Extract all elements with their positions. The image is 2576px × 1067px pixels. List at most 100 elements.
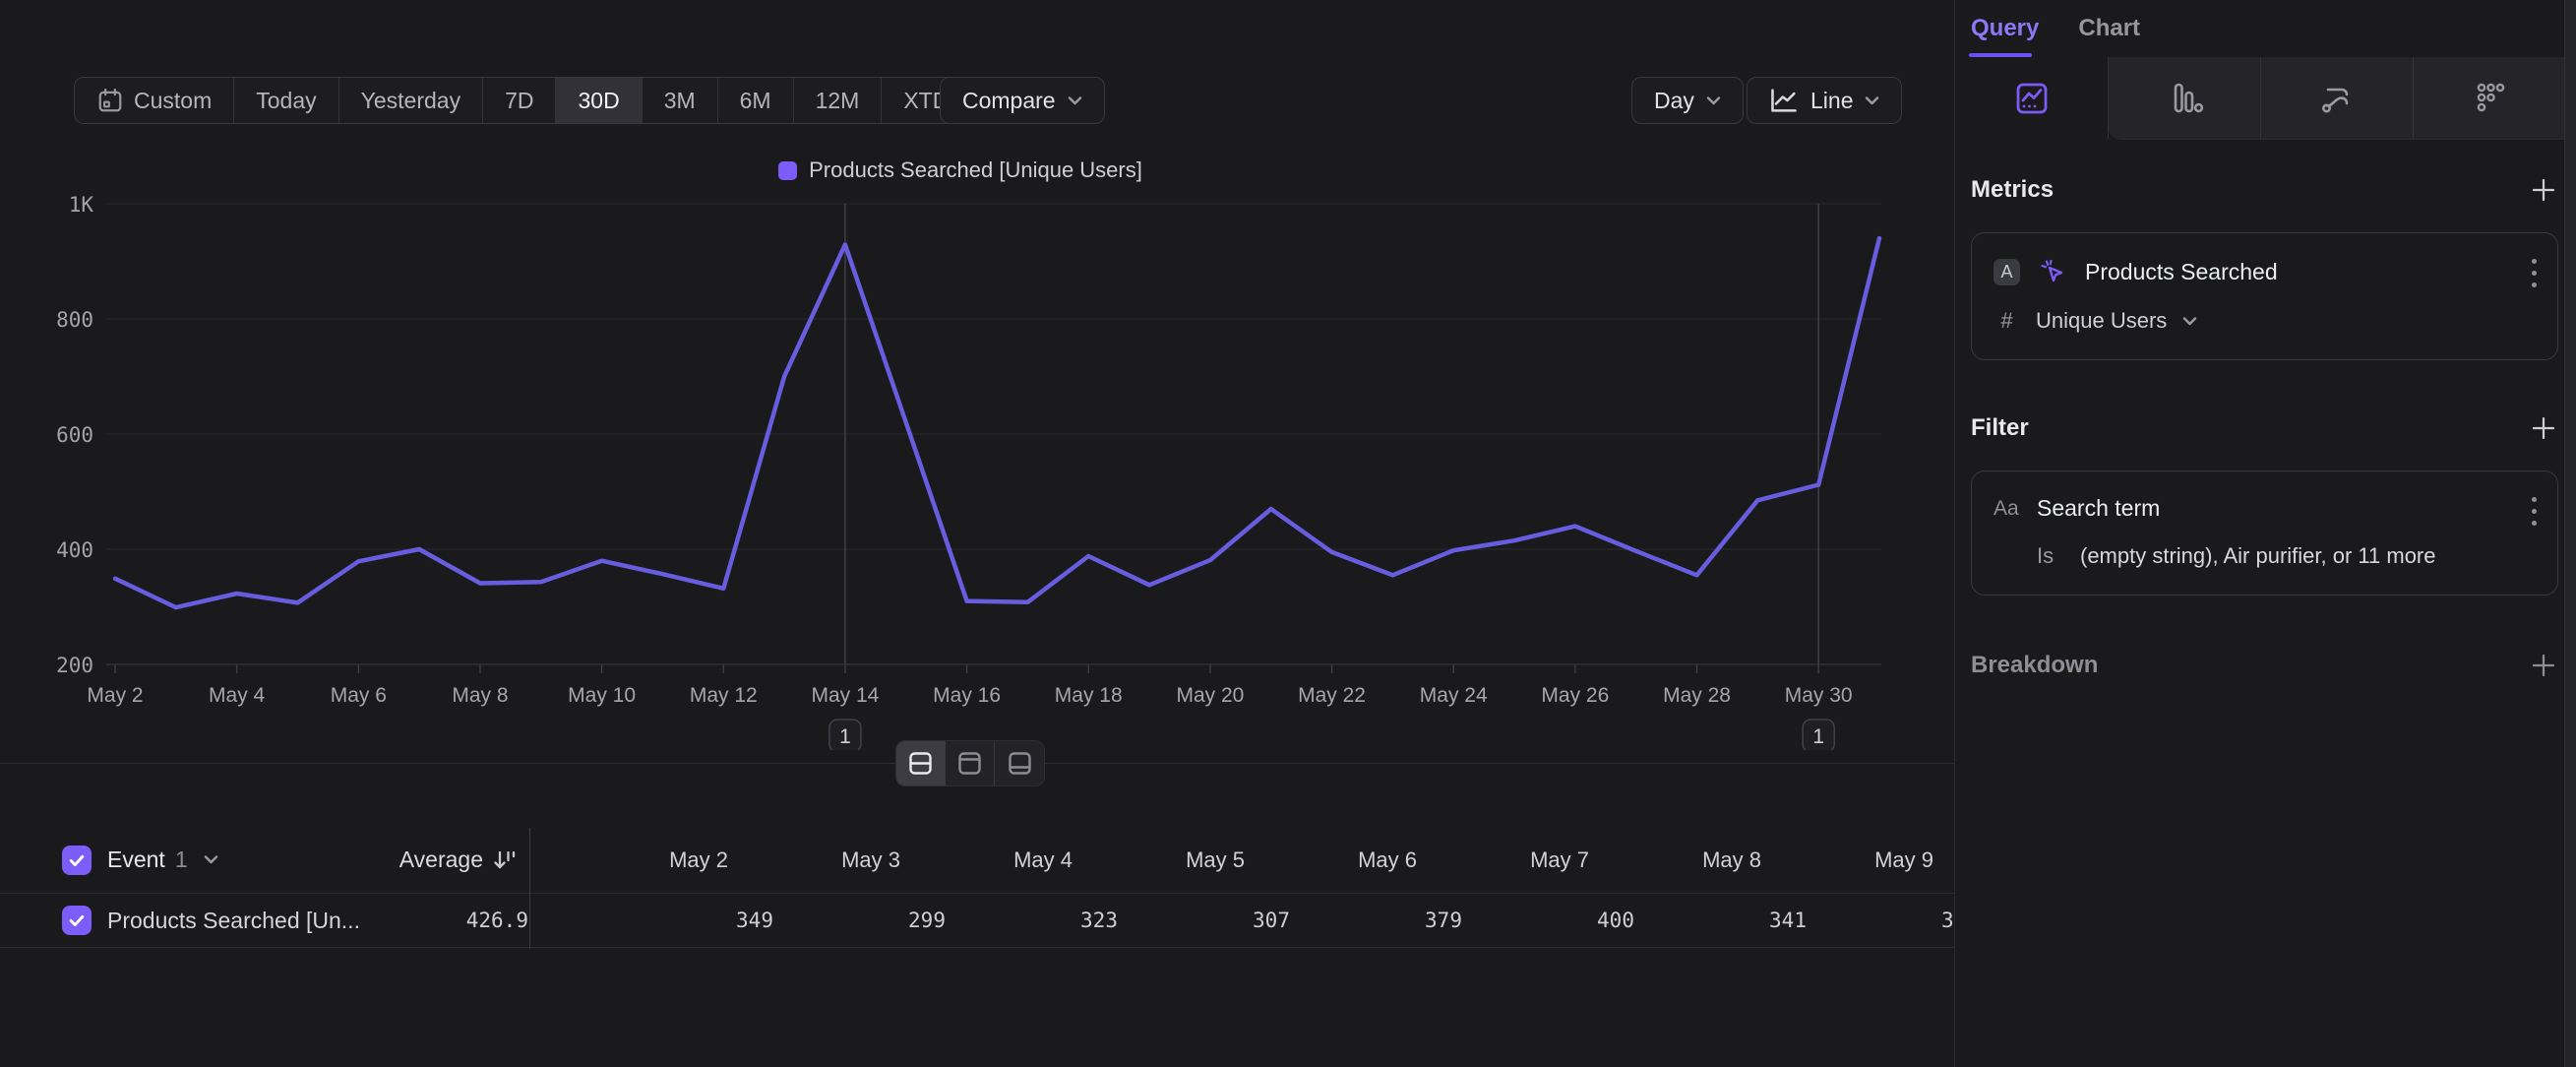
inactive-report-tabs xyxy=(2108,57,2565,140)
cell-value: 343 xyxy=(1807,909,1979,932)
date-column-header[interactable]: May 8 xyxy=(1589,847,1761,873)
row-label: Products Searched [Un... xyxy=(107,908,360,934)
series-line[interactable] xyxy=(115,238,1879,607)
report-tab-retention[interactable] xyxy=(2413,57,2565,139)
filter-property-name: Search term xyxy=(2037,495,2160,522)
breakdown-heading: Breakdown xyxy=(1971,652,2098,679)
layout-split-view-button[interactable] xyxy=(896,741,946,785)
table-header-row: Event 1 Average May 2May 3May 4May 5May … xyxy=(0,827,1954,894)
report-tab-funnels[interactable] xyxy=(2108,57,2260,139)
filter-value[interactable]: (empty string), Air purifier, or 11 more xyxy=(2080,543,2436,569)
metric-menu-button[interactable] xyxy=(2530,259,2538,287)
date-column-header[interactable]: May 5 xyxy=(1073,847,1245,873)
flows-icon xyxy=(2314,76,2360,121)
x-axis-label: May 12 xyxy=(690,684,758,707)
date-range-7d[interactable]: 7D xyxy=(483,78,556,123)
date-range-3m[interactable]: 3M xyxy=(643,78,718,123)
line-chart[interactable]: 1K800600400200May 2May 4May 6May 8May 10… xyxy=(0,148,1954,750)
event-header-label: Event xyxy=(107,847,165,873)
query-builder: Metrics A Products Searched # xyxy=(1955,175,2576,680)
date-range-yesterday[interactable]: Yesterday xyxy=(339,78,483,123)
panel-tabs: Query Chart xyxy=(1955,0,2576,57)
x-axis-label: May 10 xyxy=(568,684,636,707)
layout-chart-view-button[interactable] xyxy=(946,741,995,785)
x-axis-label: May 4 xyxy=(209,684,266,707)
cell-value: 323 xyxy=(946,909,1118,932)
date-column-header[interactable]: May 2 xyxy=(556,847,728,873)
metric-name: Products Searched xyxy=(2085,259,2278,285)
date-column-header[interactable]: May 4 xyxy=(900,847,1073,873)
x-axis-label: May 18 xyxy=(1055,684,1123,707)
aggregation-selector[interactable]: Unique Users xyxy=(2036,308,2167,334)
compare-label: Compare xyxy=(962,88,1056,114)
line-chart-icon xyxy=(1769,87,1799,114)
filter-menu-button[interactable] xyxy=(2530,497,2538,526)
date-range-custom[interactable]: Custom xyxy=(75,78,234,123)
cell-value: 379 xyxy=(1290,909,1462,932)
cell-value: 299 xyxy=(773,909,946,932)
x-axis-label: May 28 xyxy=(1663,684,1731,707)
filter-heading: Filter xyxy=(1971,414,2029,442)
report-tab-flows[interactable] xyxy=(2260,57,2413,139)
date-range-control: CustomTodayYesterday7D30D3M6M12MXTD xyxy=(74,77,996,124)
retention-icon xyxy=(2467,76,2512,121)
chart-type-label: Line xyxy=(1810,88,1853,114)
tab-query[interactable]: Query xyxy=(1971,15,2039,42)
date-column-header[interactable]: May 6 xyxy=(1245,847,1417,873)
cell-value: 400 xyxy=(1462,909,1634,932)
scrollbar-gutter[interactable] xyxy=(2564,0,2576,1067)
table-view-icon xyxy=(1007,750,1033,777)
toolbar: CustomTodayYesterday7D30D3M6M12MXTD Comp… xyxy=(0,0,1954,148)
filter-operator[interactable]: Is xyxy=(2037,543,2070,569)
date-column-header[interactable]: May 3 xyxy=(728,847,900,873)
calendar-icon xyxy=(96,87,124,114)
annotation-count: 1 xyxy=(839,725,851,748)
y-axis-label: 400 xyxy=(56,538,93,562)
y-axis-label: 200 xyxy=(56,654,93,677)
y-axis-label: 800 xyxy=(56,308,93,332)
x-axis-label: May 26 xyxy=(1541,684,1609,707)
add-filter-button[interactable] xyxy=(2529,413,2558,443)
granularity-label: Day xyxy=(1654,88,1694,114)
y-axis-label: 1K xyxy=(69,193,94,217)
split-view-icon xyxy=(907,750,934,777)
cell-value: 349 xyxy=(601,909,773,932)
chevron-down-icon xyxy=(1068,96,1082,105)
select-all-checkbox[interactable] xyxy=(62,846,92,875)
date-column-header[interactable]: May 9 xyxy=(1761,847,1933,873)
add-breakdown-button[interactable] xyxy=(2529,651,2558,680)
x-axis-label: May 22 xyxy=(1298,684,1366,707)
event-count: 1 xyxy=(175,847,188,873)
chevron-down-icon xyxy=(1706,96,1721,105)
x-axis-label: May 20 xyxy=(1176,684,1244,707)
chevron-down-icon xyxy=(1865,96,1879,105)
date-range-today[interactable]: Today xyxy=(234,78,338,123)
compare-button[interactable]: Compare xyxy=(940,77,1105,124)
layout-table-view-button[interactable] xyxy=(995,741,1044,785)
granularity-button[interactable]: Day xyxy=(1631,77,1744,124)
report-type-tabs xyxy=(1955,57,2576,140)
cell-value: 307 xyxy=(1118,909,1290,932)
filter-card[interactable]: Aa Search term Is (empty string), Air pu… xyxy=(1971,471,2558,596)
x-axis-label: May 24 xyxy=(1420,684,1488,707)
x-axis-label: May 16 xyxy=(933,684,1001,707)
date-range-30d[interactable]: 30D xyxy=(556,78,642,123)
add-metric-button[interactable] xyxy=(2529,175,2558,205)
metric-card[interactable]: A Products Searched # Unique Users xyxy=(1971,232,2558,360)
table-row[interactable]: Products Searched [Un... 426.9 349299323… xyxy=(0,894,1954,948)
x-axis-label: May 6 xyxy=(331,684,387,707)
date-range-12m[interactable]: 12M xyxy=(794,78,883,123)
string-property-icon: Aa xyxy=(1993,497,2027,521)
tab-chart[interactable]: Chart xyxy=(2078,15,2140,42)
average-header[interactable]: Average xyxy=(315,847,517,873)
y-axis-label: 600 xyxy=(56,423,93,447)
chevron-down-icon[interactable] xyxy=(204,855,218,864)
metric-letter-badge: A xyxy=(1993,259,2020,285)
funnels-icon xyxy=(2162,76,2207,121)
date-range-6m[interactable]: 6M xyxy=(718,78,794,123)
chart-type-button[interactable]: Line xyxy=(1747,77,1902,124)
row-checkbox[interactable] xyxy=(62,906,92,935)
date-column-header[interactable]: May 7 xyxy=(1417,847,1589,873)
sort-descending-icon[interactable] xyxy=(491,847,517,873)
report-tab-insights[interactable] xyxy=(1955,57,2108,140)
